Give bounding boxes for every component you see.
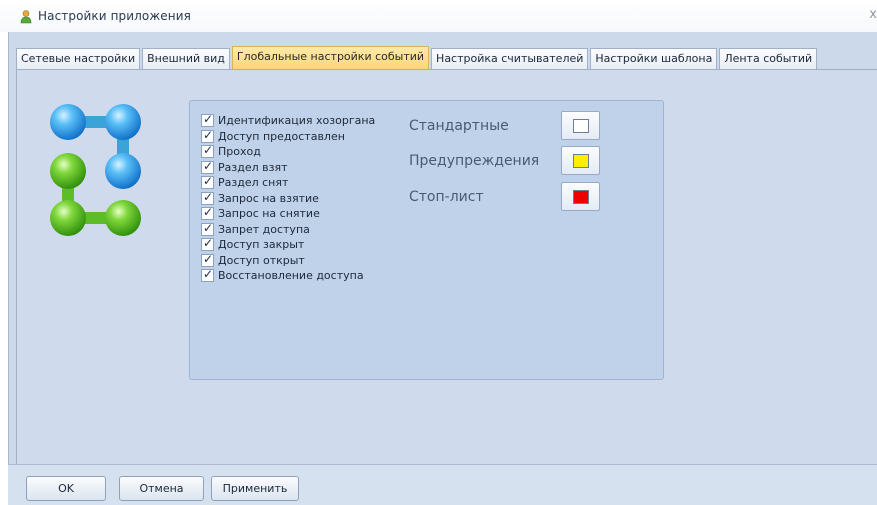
checkbox-partition-armed[interactable]: ✓ Раздел взят — [201, 158, 375, 176]
checkbox-box[interactable]: ✓ — [201, 236, 214, 252]
color-picker-stoplist[interactable] — [561, 182, 600, 211]
checkbox-label: Проход — [218, 145, 261, 159]
checkbox-box[interactable]: ✓ — [201, 189, 214, 205]
check-icon: ✓ — [203, 220, 214, 235]
check-icon: ✓ — [203, 143, 214, 158]
tab-template-settings[interactable]: Настройки шаблона — [590, 48, 718, 69]
apply-button[interactable]: Применить — [211, 476, 299, 501]
checkbox-access-denied[interactable]: ✓ Запрет доступа — [201, 220, 375, 238]
checkbox-label: Доступ открыт — [218, 253, 305, 267]
check-icon: ✓ — [203, 267, 214, 282]
tab-global-event-settings[interactable]: Глобальные настройки событий — [231, 46, 430, 69]
checkbox-box[interactable]: ✓ — [201, 220, 214, 236]
tab-strip: Сетевые настройки Внешний вид Глобальные… — [16, 46, 819, 69]
checkbox-box[interactable]: ✓ — [201, 267, 214, 283]
checkbox-identification[interactable]: ✓ Идентификация хозоргана — [201, 112, 376, 129]
checkbox-label: Доступ закрыт — [218, 238, 305, 252]
checkbox-access-closed[interactable]: ✓ Доступ закрыт — [201, 236, 375, 253]
checkbox-label: Доступ предоставлен — [218, 129, 345, 143]
check-icon: ✓ — [203, 112, 214, 127]
check-icon: ✓ — [203, 251, 214, 266]
molecule-logo-icon — [50, 104, 141, 236]
checkbox-label: Раздел снят — [218, 176, 289, 190]
checkbox-arm-request[interactable]: ✓ Запрос на взятие — [201, 189, 375, 207]
check-icon: ✓ — [203, 158, 214, 173]
color-swatch — [573, 119, 589, 133]
checkbox-box[interactable]: ✓ — [201, 205, 214, 221]
color-picker-standard[interactable] — [561, 111, 600, 140]
check-icon: ✓ — [203, 189, 214, 204]
color-label-standard: Стандартные — [409, 117, 509, 134]
checkbox-box[interactable]: ✓ — [201, 174, 214, 190]
checkbox-label: Запрос на снятие — [218, 207, 320, 221]
checkbox-label: Идентификация хозоргана — [218, 114, 376, 128]
color-picker-warning[interactable] — [561, 146, 600, 175]
checkbox-label: Запрос на взятие — [218, 191, 319, 205]
checkbox-box[interactable]: ✓ — [201, 112, 214, 128]
checkbox-access-opened[interactable]: ✓ Доступ открыт — [201, 251, 375, 269]
check-icon: ✓ — [203, 205, 214, 220]
color-row-warning: Предупреждения — [409, 146, 600, 175]
checkbox-partition-disarmed[interactable]: ✓ Раздел снят — [201, 174, 375, 191]
color-label-stoplist: Стоп-лист — [409, 188, 484, 205]
cancel-button[interactable]: Отмена — [119, 476, 204, 501]
color-swatch — [573, 154, 589, 168]
tab-network-settings[interactable]: Сетевые настройки — [16, 48, 141, 69]
check-icon: ✓ — [203, 236, 214, 251]
tab-event-feed[interactable]: Лента событий — [719, 48, 818, 69]
ok-button[interactable]: OK — [26, 476, 106, 501]
checkbox-disarm-request[interactable]: ✓ Запрос на снятие — [201, 205, 375, 222]
event-checkbox-list: ✓ Идентификация хозоргана ✓ Доступ предост… — [201, 112, 376, 284]
title-bar: Настройки приложения x — [0, 0, 877, 32]
checkbox-label: Запрет доступа — [218, 222, 310, 236]
color-swatch — [573, 190, 589, 204]
check-icon: ✓ — [203, 174, 214, 189]
checkbox-box[interactable]: ✓ — [201, 127, 214, 143]
tab-appearance[interactable]: Внешний вид — [142, 48, 230, 69]
user-icon — [20, 10, 32, 24]
checkbox-access-granted[interactable]: ✓ Доступ предоставлен — [201, 127, 375, 145]
checkbox-box[interactable]: ✓ — [201, 143, 214, 159]
checkbox-label: Восстановление доступа — [218, 269, 364, 283]
check-icon: ✓ — [203, 127, 214, 142]
checkbox-box[interactable]: ✓ — [201, 158, 214, 174]
color-label-warning: Предупреждения — [409, 152, 540, 169]
tab-reader-settings[interactable]: Настройка считывателей — [431, 48, 589, 69]
color-row-standard: Стандартные — [409, 111, 600, 140]
window-title: Настройки приложения — [38, 9, 191, 23]
checkbox-label: Раздел взят — [218, 160, 288, 174]
close-icon[interactable]: x — [869, 7, 877, 22]
checkbox-access-restored[interactable]: ✓ Восстановление доступа — [201, 267, 375, 284]
color-row-stoplist: Стоп-лист — [409, 182, 600, 211]
checkbox-box[interactable]: ✓ — [201, 251, 214, 267]
checkbox-passage[interactable]: ✓ Проход — [201, 143, 375, 160]
